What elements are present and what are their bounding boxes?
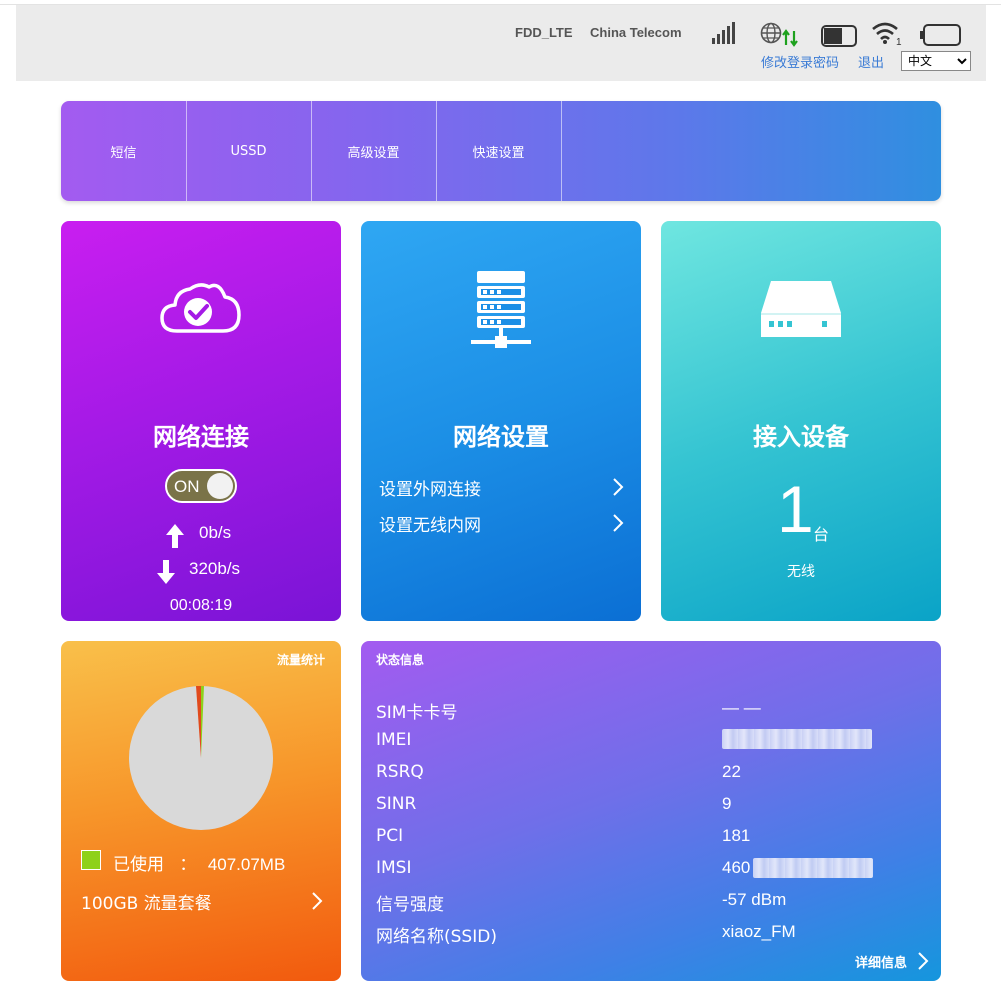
download-rate: 320b/s — [189, 559, 241, 578]
traffic-stats-card: 流量统计 已使用 ： 407.07MB 100GB 流量套餐 — [61, 641, 341, 981]
nav-item-ussd[interactable]: USSD — [186, 101, 312, 201]
wlan-settings-label: 设置无线内网 — [379, 516, 481, 536]
status-label-pci: PCI — [376, 826, 404, 846]
used-separator: ： — [179, 855, 197, 875]
status-value-rsrq: 22 — [722, 762, 741, 781]
status-label-sim: SIM卡卡号 — [376, 703, 458, 723]
status-label-imei: IMEI — [376, 730, 412, 750]
chevron-right-icon — [613, 514, 624, 532]
chevron-right-icon — [613, 478, 624, 496]
connected-devices-card: 接入设备 1 台 无线 — [661, 221, 941, 621]
legend-used-row: 已使用 ： 407.07MB — [113, 850, 285, 875]
router-device-icon — [761, 281, 841, 337]
network-settings-title: 网络设置 — [453, 423, 549, 451]
toggle-knob — [207, 473, 233, 499]
status-label-sinr: SINR — [376, 794, 417, 814]
status-label-rsrq: RSRQ — [376, 762, 424, 782]
connection-toggle[interactable]: ON — [165, 469, 237, 503]
signal-strength-icon — [712, 22, 735, 44]
status-value-sim: — — — [722, 698, 761, 717]
device-count-unit: 台 — [813, 525, 830, 544]
imei-redacted-value — [722, 729, 872, 749]
sim-card-icon — [821, 25, 857, 47]
device-count: 1 — [777, 472, 814, 546]
nav-item-label: USSD — [230, 143, 267, 159]
network-settings-card: 网络设置 设置外网连接 设置无线内网 — [361, 221, 641, 621]
download-arrow-icon — [157, 560, 175, 584]
data-plan-link[interactable]: 100GB 流量套餐 — [81, 889, 323, 914]
status-value-imsi: 460 — [722, 858, 751, 877]
imsi-redacted-value — [753, 858, 873, 878]
network-connection-card: 网络连接 ON 0b/s 320b/s 00:08:19 — [61, 221, 341, 621]
cloud-check-icon — [160, 283, 241, 333]
toggle-state-label: ON — [174, 477, 200, 496]
status-value-sinr: 9 — [722, 794, 732, 813]
traffic-pie-chart — [129, 686, 273, 830]
header-bar: FDD_LTE China Telecom 1 修改登录密码 退出 中文 — [16, 5, 986, 81]
status-info-card: 状态信息 SIM卡卡号 — — IMEI RSRQ 22 SINR 9 PCI … — [361, 641, 941, 981]
status-label-signal: 信号强度 — [376, 895, 444, 915]
change-password-link[interactable]: 修改登录密码 — [761, 52, 839, 71]
traffic-stats-title: 流量统计 — [276, 653, 325, 667]
main-nav: 短信 USSD 高级设置 快速设置 — [61, 101, 941, 201]
status-info-title: 状态信息 — [376, 653, 425, 667]
battery-icon — [920, 24, 961, 46]
status-label-ssid: 网络名称(SSID) — [376, 927, 497, 947]
upload-rate: 0b/s — [199, 523, 232, 542]
nav-item-quick-settings[interactable]: 快速设置 — [436, 101, 562, 201]
used-value: 407.07MB — [207, 855, 286, 874]
server-icon — [471, 271, 531, 348]
device-connection-type: 无线 — [787, 564, 815, 580]
nav-item-label: 高级设置 — [347, 145, 400, 161]
network-type: FDD_LTE — [515, 25, 573, 40]
nav-item-label: 快速设置 — [472, 145, 525, 161]
wan-settings-link[interactable]: 设置外网连接 — [379, 475, 624, 503]
connection-uptime: 00:08:19 — [169, 597, 233, 614]
wifi-icon: 1 — [872, 22, 902, 47]
wlan-settings-link[interactable]: 设置无线内网 — [379, 511, 624, 539]
status-value-signal: -57 dBm — [722, 890, 787, 909]
connected-devices-title: 接入设备 — [753, 423, 849, 451]
data-plan-label: 100GB 流量套餐 — [81, 894, 212, 914]
carrier-name: China Telecom — [590, 25, 682, 40]
status-value-ssid: xiaoz_FM — [722, 922, 796, 941]
status-label-imsi: IMSI — [376, 858, 412, 878]
wan-settings-label: 设置外网连接 — [379, 480, 481, 500]
network-connection-title: 网络连接 — [153, 423, 249, 451]
details-label: 详细信息 — [854, 956, 907, 971]
wifi-client-count: 1 — [896, 37, 902, 47]
upload-arrow-icon — [166, 524, 184, 548]
details-link[interactable]: 详细信息 — [855, 952, 929, 971]
internet-globe-icon — [760, 22, 798, 47]
nav-item-advanced-settings[interactable]: 高级设置 — [311, 101, 437, 201]
nav-item-label: 短信 — [110, 145, 137, 161]
chevron-right-icon — [312, 892, 323, 910]
nav-item-sms[interactable]: 短信 — [61, 101, 187, 201]
legend-used-swatch — [81, 850, 101, 870]
logout-link[interactable]: 退出 — [858, 52, 884, 71]
chevron-right-icon — [918, 952, 929, 970]
status-value-pci: 181 — [722, 826, 751, 845]
used-label: 已使用 — [113, 855, 164, 875]
language-select[interactable]: 中文 — [901, 51, 971, 71]
